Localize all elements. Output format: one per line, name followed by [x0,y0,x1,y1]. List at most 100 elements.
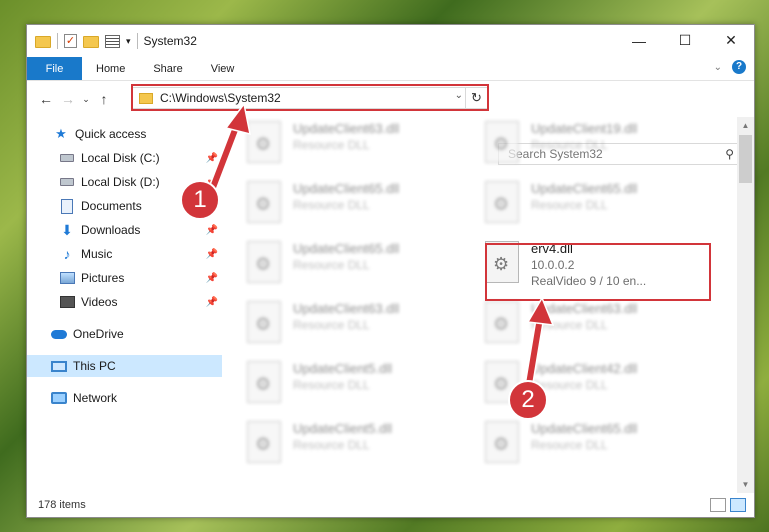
tab-share[interactable]: Share [139,57,196,80]
pin-icon[interactable]: 📌 [206,225,218,236]
up-arrow-icon[interactable]: ↑ [93,91,115,107]
file-description: Resource DLL [293,378,370,392]
dll-file-icon [247,181,281,223]
sidebar-item-label: Network [73,391,118,405]
dll-file-icon [485,121,519,163]
file-description: Resource DLL [531,138,608,152]
scroll-up-arrow-icon[interactable]: ▲ [737,117,754,134]
scroll-down-arrow-icon[interactable]: ▼ [737,476,754,493]
file-name: UpdateClient5.dll [293,361,393,376]
file-description: Resource DLL [531,318,608,332]
sidebar-item-network[interactable]: Network [27,387,222,409]
file-highlight-annotation [485,243,711,301]
file-description: Resource DLL [293,318,370,332]
tab-home[interactable]: Home [82,57,139,80]
sidebar-item-local-disk-c[interactable]: Local Disk (C:) 📌 [27,147,222,169]
address-highlight-annotation [131,84,489,111]
sidebar-item-onedrive[interactable]: OneDrive [27,323,222,345]
dll-file-icon [247,301,281,343]
file-description: Resource DLL [531,198,608,212]
pin-icon[interactable]: 📌 [206,249,218,260]
sidebar-item-downloads[interactable]: ⬇ Downloads 📌 [27,219,222,241]
pin-icon[interactable]: 📌 [206,153,218,164]
file-description: Resource DLL [293,438,370,452]
file-item[interactable]: UpdateClient63.dll Resource DLL [477,297,697,353]
downloads-icon: ⬇ [61,221,73,238]
file-name: UpdateClient19.dll [531,121,638,136]
new-folder-icon[interactable] [83,36,99,48]
ribbon-tabs: File Home Share View ⌄ ? [27,57,754,81]
dll-file-icon [247,121,281,163]
file-description: Resource DLL [293,198,370,212]
file-item[interactable]: UpdateClient5.dll Resource DLL [239,357,459,413]
divider [136,33,138,49]
forward-arrow-icon[interactable]: → [57,91,79,107]
back-arrow-icon[interactable]: ← [35,91,57,107]
sidebar-item-label: This PC [73,359,116,373]
view-toggle [710,498,746,512]
file-item[interactable]: UpdateClient5.dll Resource DLL [239,417,459,473]
sidebar-item-videos[interactable]: Videos 📌 [27,291,222,313]
sidebar-item-music[interactable]: ♪ Music 📌 [27,243,222,265]
window-title: System32 [143,34,197,48]
music-icon: ♪ [63,246,71,262]
tab-view[interactable]: View [197,57,249,80]
tab-file[interactable]: File [27,57,82,80]
sidebar-item-pictures[interactable]: Pictures 📌 [27,267,222,289]
sidebar-item-label: Local Disk (C:) [81,151,160,165]
title-bar: ✓ ▾ System32 — ☐ ✕ [27,25,754,57]
expand-ribbon-chevron-icon[interactable]: ⌄ [714,62,722,73]
file-description: Resource DLL [531,378,608,392]
dll-file-icon [485,181,519,223]
file-list: UpdateClient63.dll Resource DLL UpdateCli… [239,117,739,493]
computer-icon [51,358,67,374]
file-name: UpdateClient5.dll [293,421,393,436]
details-view-icon[interactable] [710,498,726,512]
customize-toolbar-dropdown-icon[interactable]: ▾ [126,36,131,47]
pin-icon[interactable]: 📌 [206,297,218,308]
properties-icon[interactable] [105,34,120,48]
sidebar-item-quick-access[interactable]: ★ Quick access [27,123,222,145]
minimize-button[interactable]: — [616,25,662,56]
tiles-view-icon[interactable] [730,498,746,512]
sidebar-item-label: Pictures [81,271,125,285]
dll-file-icon [247,241,281,283]
help-icon[interactable]: ? [732,60,746,74]
window-controls: — ☐ ✕ [616,25,754,56]
file-item[interactable]: UpdateClient65.dll Resource DLL [477,177,697,233]
navigation-pane: ★ Quick access Local Disk (C:) 📌 Local D… [27,121,222,491]
scrollbar-thumb[interactable] [739,135,752,183]
file-item[interactable]: UpdateClient19.dll Resource DLL [477,117,697,173]
close-button[interactable]: ✕ [708,25,754,56]
pin-icon[interactable]: 📌 [206,273,218,284]
pictures-icon [59,270,75,286]
dll-file-icon [247,361,281,403]
dll-file-icon [485,301,519,343]
file-name: UpdateClient65.dll [531,181,638,196]
step-badge-1: 1 [180,180,220,220]
sidebar-item-label: Music [81,247,113,261]
file-item[interactable]: UpdateClient63.dll Resource DLL [239,117,459,173]
onedrive-icon [51,326,67,342]
sidebar-item-label: OneDrive [73,327,124,341]
file-name: UpdateClient65.dll [293,181,400,196]
star-icon: ★ [55,126,67,141]
sidebar-item-this-pc[interactable]: This PC [27,355,222,377]
properties-check-icon[interactable]: ✓ [64,34,77,48]
maximize-button[interactable]: ☐ [662,25,708,56]
drive-icon [59,150,75,166]
file-item[interactable]: UpdateClient65.dll Resource DLL [477,417,697,473]
recent-locations-chevron-icon[interactable]: ⌄ [79,94,93,105]
file-item[interactable]: UpdateClient63.dll Resource DLL [239,297,459,353]
drive-icon [59,174,75,190]
file-item[interactable]: UpdateClient65.dll Resource DLL [239,177,459,233]
step-badge-2: 2 [508,380,548,420]
vertical-scrollbar[interactable]: ▲ ▼ [737,117,754,493]
file-item[interactable]: UpdateClient65.dll Resource DLL [239,237,459,293]
sidebar-item-label: Quick access [75,127,147,141]
network-icon [51,390,67,406]
documents-icon [59,198,75,214]
status-bar: 178 items [27,493,754,517]
folder-icon [35,36,51,48]
file-description: Resource DLL [531,438,608,452]
